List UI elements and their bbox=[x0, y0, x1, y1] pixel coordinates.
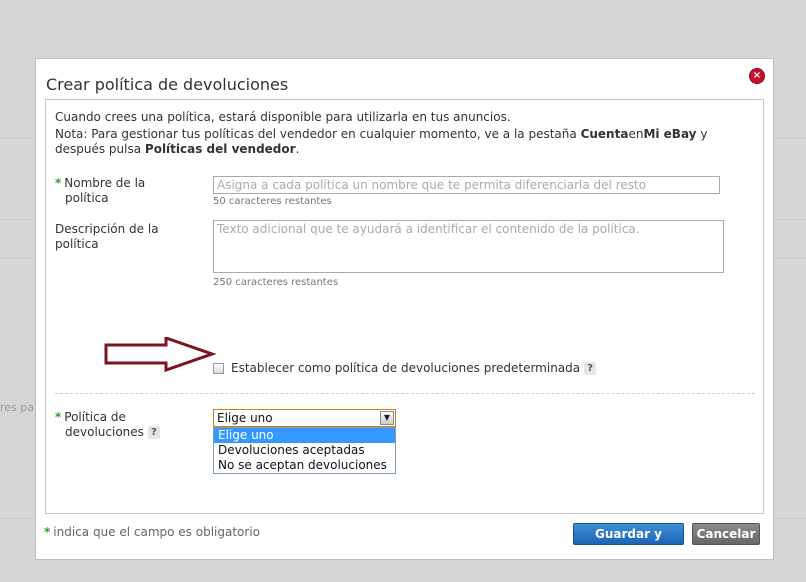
close-icon[interactable]: × bbox=[750, 69, 764, 83]
save-and-close-button[interactable]: Guardar y cerrar bbox=[573, 523, 684, 561]
dialog-title: Crear política de devoluciones bbox=[46, 75, 289, 94]
return-policy-label: * Política de devoluciones? bbox=[55, 410, 160, 440]
create-return-policy-dialog: Crear política de devoluciones × Cuando … bbox=[35, 58, 774, 561]
description-char-counter: 250 caracteres restantes bbox=[213, 277, 339, 288]
option-no-se-aceptan[interactable]: No se aceptan devoluciones bbox=[214, 458, 395, 473]
background-text: res par bbox=[0, 401, 39, 414]
section-divider bbox=[55, 393, 755, 394]
tab-mi-ebay-text: Mi eBay bbox=[643, 127, 697, 141]
default-policy-checkbox[interactable] bbox=[213, 363, 224, 374]
cancel-button[interactable]: Cancelar bbox=[692, 523, 760, 545]
required-marker: * bbox=[44, 525, 51, 539]
chevron-down-icon[interactable]: ▼ bbox=[380, 411, 394, 425]
return-policy-select[interactable]: Elige uno ▼ bbox=[213, 409, 396, 427]
required-marker: * bbox=[55, 410, 62, 424]
intro-note: Nota: Para gestionar tus políticas del v… bbox=[55, 127, 708, 156]
tab-cuenta-text: Cuenta bbox=[580, 127, 629, 141]
seller-policies-text: Políticas del vendedor bbox=[144, 142, 296, 156]
intro-text: Cuando crees una política, estará dispon… bbox=[55, 110, 511, 124]
select-value: Elige uno bbox=[217, 411, 273, 425]
policy-description-textarea[interactable] bbox=[213, 220, 724, 273]
arrow-annotation bbox=[104, 337, 216, 373]
return-policy-options: Elige uno Devoluciones aceptadas No se a… bbox=[213, 427, 396, 474]
help-icon[interactable]: ? bbox=[584, 362, 597, 375]
required-note: * indica que el campo es obligatorio bbox=[44, 525, 261, 539]
required-marker: * bbox=[55, 176, 62, 190]
name-char-counter: 50 caracteres restantes bbox=[213, 196, 332, 207]
default-policy-label: Establecer como política de devoluciones… bbox=[231, 361, 597, 375]
policy-name-label: * Nombre de la política bbox=[55, 176, 146, 205]
option-elige-uno[interactable]: Elige uno bbox=[214, 428, 395, 443]
form-panel: Cuando crees una política, estará dispon… bbox=[45, 99, 764, 514]
policy-description-label: Descripción de la política bbox=[55, 222, 159, 251]
policy-name-input[interactable] bbox=[213, 176, 720, 194]
help-icon[interactable]: ? bbox=[147, 426, 160, 439]
option-devoluciones-aceptadas[interactable]: Devoluciones aceptadas bbox=[214, 443, 395, 458]
